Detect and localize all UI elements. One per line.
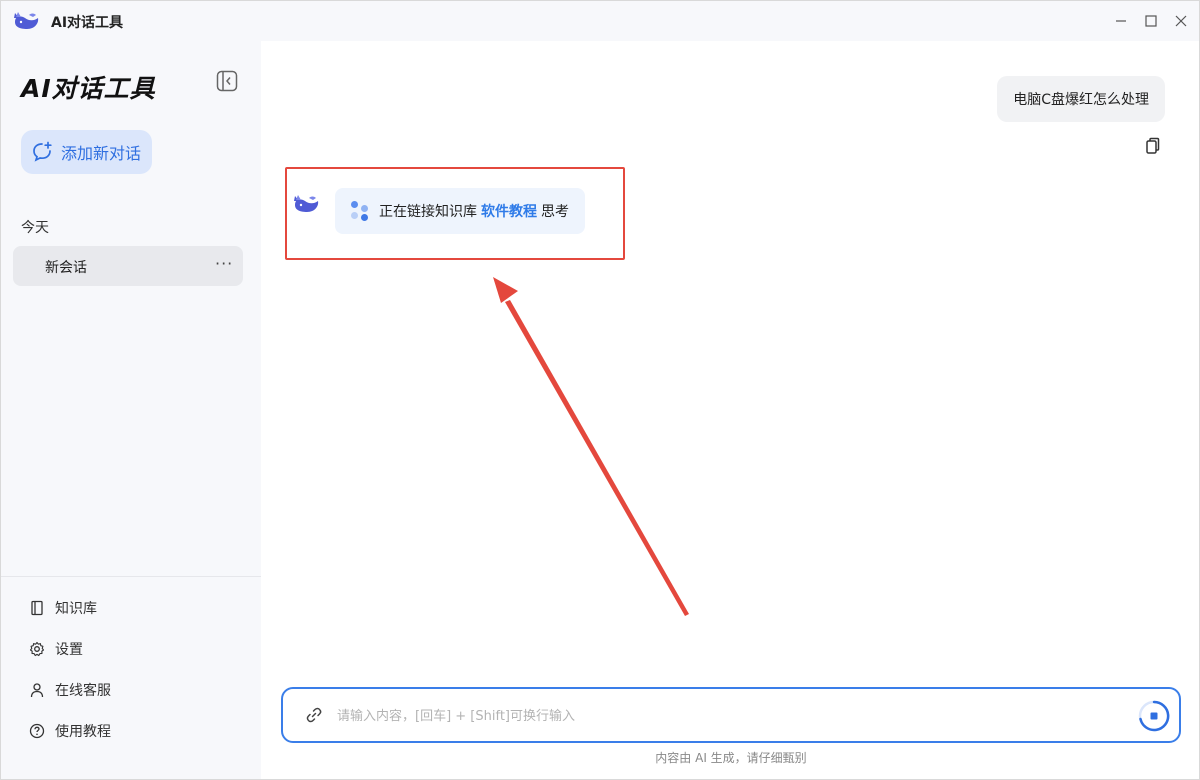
sidebar-divider bbox=[1, 576, 261, 577]
gear-icon bbox=[29, 641, 45, 657]
close-icon[interactable] bbox=[1168, 9, 1194, 33]
sidebar-link-label: 设置 bbox=[55, 642, 83, 658]
minimize-icon[interactable] bbox=[1108, 9, 1134, 33]
attachment-link-icon[interactable] bbox=[305, 706, 323, 724]
group-label-today: 今天 bbox=[21, 220, 49, 236]
chat-area: 电脑C盘爆红怎么处理 正在链接知识库 软件教程 思考 请输入内容，[回车] + … bbox=[261, 41, 1199, 779]
maximize-icon[interactable] bbox=[1138, 9, 1164, 33]
sidebar-link-label: 使用教程 bbox=[55, 724, 111, 740]
conversation-item[interactable]: 新会话 ··· bbox=[13, 246, 243, 286]
sidebar-title: AI对话工具 bbox=[21, 74, 156, 103]
title-bar: AI对话工具 bbox=[1, 1, 1199, 41]
sidebar-link-label: 知识库 bbox=[55, 601, 97, 617]
book-icon bbox=[31, 600, 43, 616]
annotation-arrow bbox=[493, 277, 689, 616]
window-title: AI对话工具 bbox=[51, 15, 124, 31]
message-input-box[interactable] bbox=[281, 687, 1181, 743]
sidebar-link-support[interactable]: 在线客服 bbox=[29, 678, 111, 702]
sidebar-link-tutorial[interactable]: 使用教程 bbox=[29, 719, 111, 743]
sidebar: AI对话工具 添加新对话 今天 新会话 ··· 知识库 设置 在线客服 使用教程 bbox=[1, 41, 261, 779]
new-chat-button[interactable]: 添加新对话 bbox=[21, 130, 152, 174]
app-window: AI对话工具 AI对话工具 添加新对话 今天 新会话 ··· 知识库 设置 在线… bbox=[0, 0, 1200, 780]
ai-disclaimer: 内容由 AI 生成，请仔细甄别 bbox=[655, 751, 807, 765]
new-chat-label: 添加新对话 bbox=[61, 144, 142, 163]
message-input[interactable] bbox=[337, 703, 1117, 729]
collapse-sidebar-icon[interactable] bbox=[215, 69, 239, 93]
stop-generating-button[interactable] bbox=[1137, 699, 1171, 733]
whale-logo-icon bbox=[14, 12, 39, 29]
user-icon bbox=[30, 683, 44, 698]
sidebar-link-label: 在线客服 bbox=[55, 683, 111, 699]
sidebar-link-settings[interactable]: 设置 bbox=[29, 637, 83, 661]
sidebar-link-knowledge-base[interactable]: 知识库 bbox=[29, 596, 97, 620]
more-options-icon[interactable]: ··· bbox=[215, 254, 233, 273]
help-icon bbox=[29, 723, 45, 739]
chat-plus-icon bbox=[33, 141, 52, 162]
conversation-label: 新会话 bbox=[45, 260, 87, 276]
